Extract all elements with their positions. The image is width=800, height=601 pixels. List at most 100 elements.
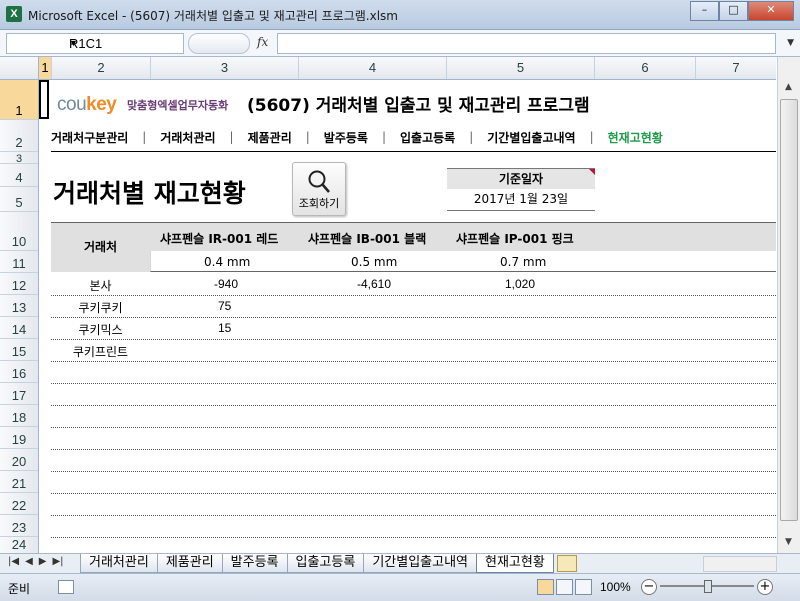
column-headers: 1 2 3 4 5 6 7 (0, 57, 776, 80)
formula-buttons[interactable] (188, 33, 250, 54)
status-bar: 준비 100% − + (0, 573, 800, 601)
row-header[interactable]: 2 (0, 120, 38, 152)
active-cell[interactable] (39, 80, 49, 119)
stock-value[interactable]: -940 (214, 277, 238, 291)
nav-item-products[interactable]: 제품관리 (248, 129, 292, 146)
close-button[interactable]: ✕ (748, 1, 794, 21)
minimize-button[interactable]: – (690, 1, 719, 21)
macro-record-icon[interactable] (58, 580, 74, 594)
row-header[interactable]: 23 (0, 515, 38, 537)
insert-sheet-icon[interactable] (556, 555, 577, 572)
row-header[interactable]: 24 (0, 537, 38, 553)
search-button[interactable]: 조회하기 (292, 162, 346, 216)
formula-input[interactable] (277, 33, 776, 54)
stock-value[interactable]: 75 (218, 299, 231, 313)
tab-period-history[interactable]: 기간별입출고내역 (363, 554, 477, 573)
next-sheet-icon[interactable]: ▶ (39, 556, 47, 567)
page-break-view-icon[interactable] (575, 579, 592, 595)
product-name: 샤프펜슬 IB-001 블랙 (308, 232, 427, 246)
column-header[interactable]: 3 (151, 57, 299, 79)
nav-item-orders[interactable]: 발주등록 (324, 129, 368, 146)
row-header[interactable]: 1 (0, 80, 38, 120)
tab-clients[interactable]: 거래처관리 (80, 554, 158, 573)
search-button-label: 조회하기 (298, 197, 340, 210)
nav-item-client-category[interactable]: 거래처구분관리 (51, 129, 128, 146)
zoom-slider[interactable] (660, 580, 754, 593)
reference-date-value[interactable]: 2017년 1월 23일 (447, 189, 595, 211)
scroll-down-icon[interactable]: ▼ (780, 534, 797, 551)
column-header[interactable]: 7 (696, 57, 776, 79)
row-header[interactable]: 15 (0, 339, 38, 361)
logo-tagline: 맞춤형엑셀업무자동화 (127, 99, 229, 112)
column-header[interactable]: 1 (39, 57, 52, 79)
product-name: 샤프펜슬 IP-001 핑크 (456, 232, 574, 246)
tab-products[interactable]: 제품관리 (156, 554, 223, 573)
column-header[interactable]: 5 (447, 57, 595, 79)
row-header[interactable]: 4 (0, 164, 38, 187)
row-header[interactable]: 5 (0, 187, 38, 212)
tab-inout[interactable]: 입출고등록 (286, 554, 365, 573)
client-name[interactable]: 본사 (51, 277, 150, 294)
zoom-slider-thumb[interactable] (704, 580, 712, 593)
client-name[interactable]: 쿠키쿠키 (51, 299, 150, 316)
page-layout-view-icon[interactable] (556, 579, 573, 595)
scroll-up-icon[interactable]: ▲ (780, 79, 797, 96)
first-sheet-icon[interactable]: |◀ (8, 556, 19, 567)
tab-current-stock[interactable]: 현재고현황 (476, 554, 554, 573)
maximize-button[interactable]: □ (719, 1, 748, 21)
row-header[interactable]: 11 (0, 251, 38, 273)
client-name[interactable]: 쿠키믹스 (51, 321, 150, 338)
stock-value[interactable]: 1,020 (505, 277, 535, 291)
insert-function-icon[interactable]: fx (257, 35, 268, 49)
table-row: 쿠키쿠키 75 (51, 295, 776, 318)
row-header[interactable]: 12 (0, 273, 38, 295)
window-title: Microsoft Excel - (5607) 거래처별 입출고 및 재고관리… (28, 9, 398, 23)
row-header[interactable]: 21 (0, 471, 38, 493)
column-header[interactable]: 2 (52, 57, 151, 79)
tab-orders[interactable]: 발주등록 (221, 554, 288, 573)
sheet-tabs: 거래처관리 제품관리 발주등록 입출고등록 기간별입출고내역 현재고현황 (80, 554, 577, 573)
row-header[interactable]: 14 (0, 317, 38, 339)
comment-indicator-icon[interactable] (589, 169, 595, 175)
stock-value[interactable]: 15 (218, 321, 231, 335)
coukey-logo: coukey (57, 94, 117, 115)
worksheet[interactable]: coukey 맞춤형엑셀업무자동화 (5607) 거래처별 입출고 및 재고관리… (39, 80, 776, 553)
nav-divider (51, 151, 776, 152)
row-header[interactable]: 10 (0, 212, 38, 251)
table-row (51, 427, 776, 450)
table-row (51, 361, 776, 384)
row-header[interactable]: 19 (0, 427, 38, 449)
chevron-down-icon[interactable]: ▼ (69, 38, 180, 48)
row-header[interactable]: 18 (0, 405, 38, 427)
normal-view-icon[interactable] (537, 579, 554, 595)
vertical-scrollbar[interactable]: ▲ ▼ (777, 57, 800, 553)
select-all-corner[interactable] (0, 57, 39, 79)
nav-item-clients[interactable]: 거래처관리 (160, 129, 215, 146)
row-header[interactable]: 22 (0, 493, 38, 515)
zoom-in-icon[interactable]: + (757, 579, 773, 595)
row-header[interactable]: 17 (0, 383, 38, 405)
column-header[interactable]: 4 (299, 57, 447, 79)
formula-bar: R1C1 ▼ fx ▼ (0, 30, 800, 57)
table-row: 쿠키믹스 15 (51, 317, 776, 340)
horizontal-scrollbar[interactable] (703, 556, 777, 572)
expand-formula-bar-icon[interactable]: ▼ (787, 38, 794, 48)
reference-date-label: 기준일자 (447, 168, 595, 189)
zoom-level[interactable]: 100% (600, 580, 631, 594)
nav-item-period-history[interactable]: 기간별입출고내역 (487, 129, 575, 146)
prev-sheet-icon[interactable]: ◀ (25, 556, 33, 567)
client-name[interactable]: 쿠키프린트 (51, 343, 150, 360)
row-header[interactable]: 20 (0, 449, 38, 471)
row-header[interactable]: 16 (0, 361, 38, 383)
last-sheet-icon[interactable]: ▶| (52, 556, 63, 567)
name-box[interactable]: R1C1 ▼ (6, 33, 184, 54)
excel-app-icon[interactable]: X (6, 6, 22, 22)
nav-item-inout[interactable]: 입출고등록 (400, 129, 455, 146)
nav-item-current-stock[interactable]: 현재고현황 (608, 129, 663, 146)
scrollbar-thumb[interactable] (780, 99, 798, 521)
column-header[interactable]: 6 (595, 57, 696, 79)
zoom-out-icon[interactable]: − (641, 579, 657, 595)
row-header[interactable]: 13 (0, 295, 38, 317)
row-header[interactable]: 3 (0, 152, 38, 165)
stock-value[interactable]: -4,610 (357, 277, 391, 291)
